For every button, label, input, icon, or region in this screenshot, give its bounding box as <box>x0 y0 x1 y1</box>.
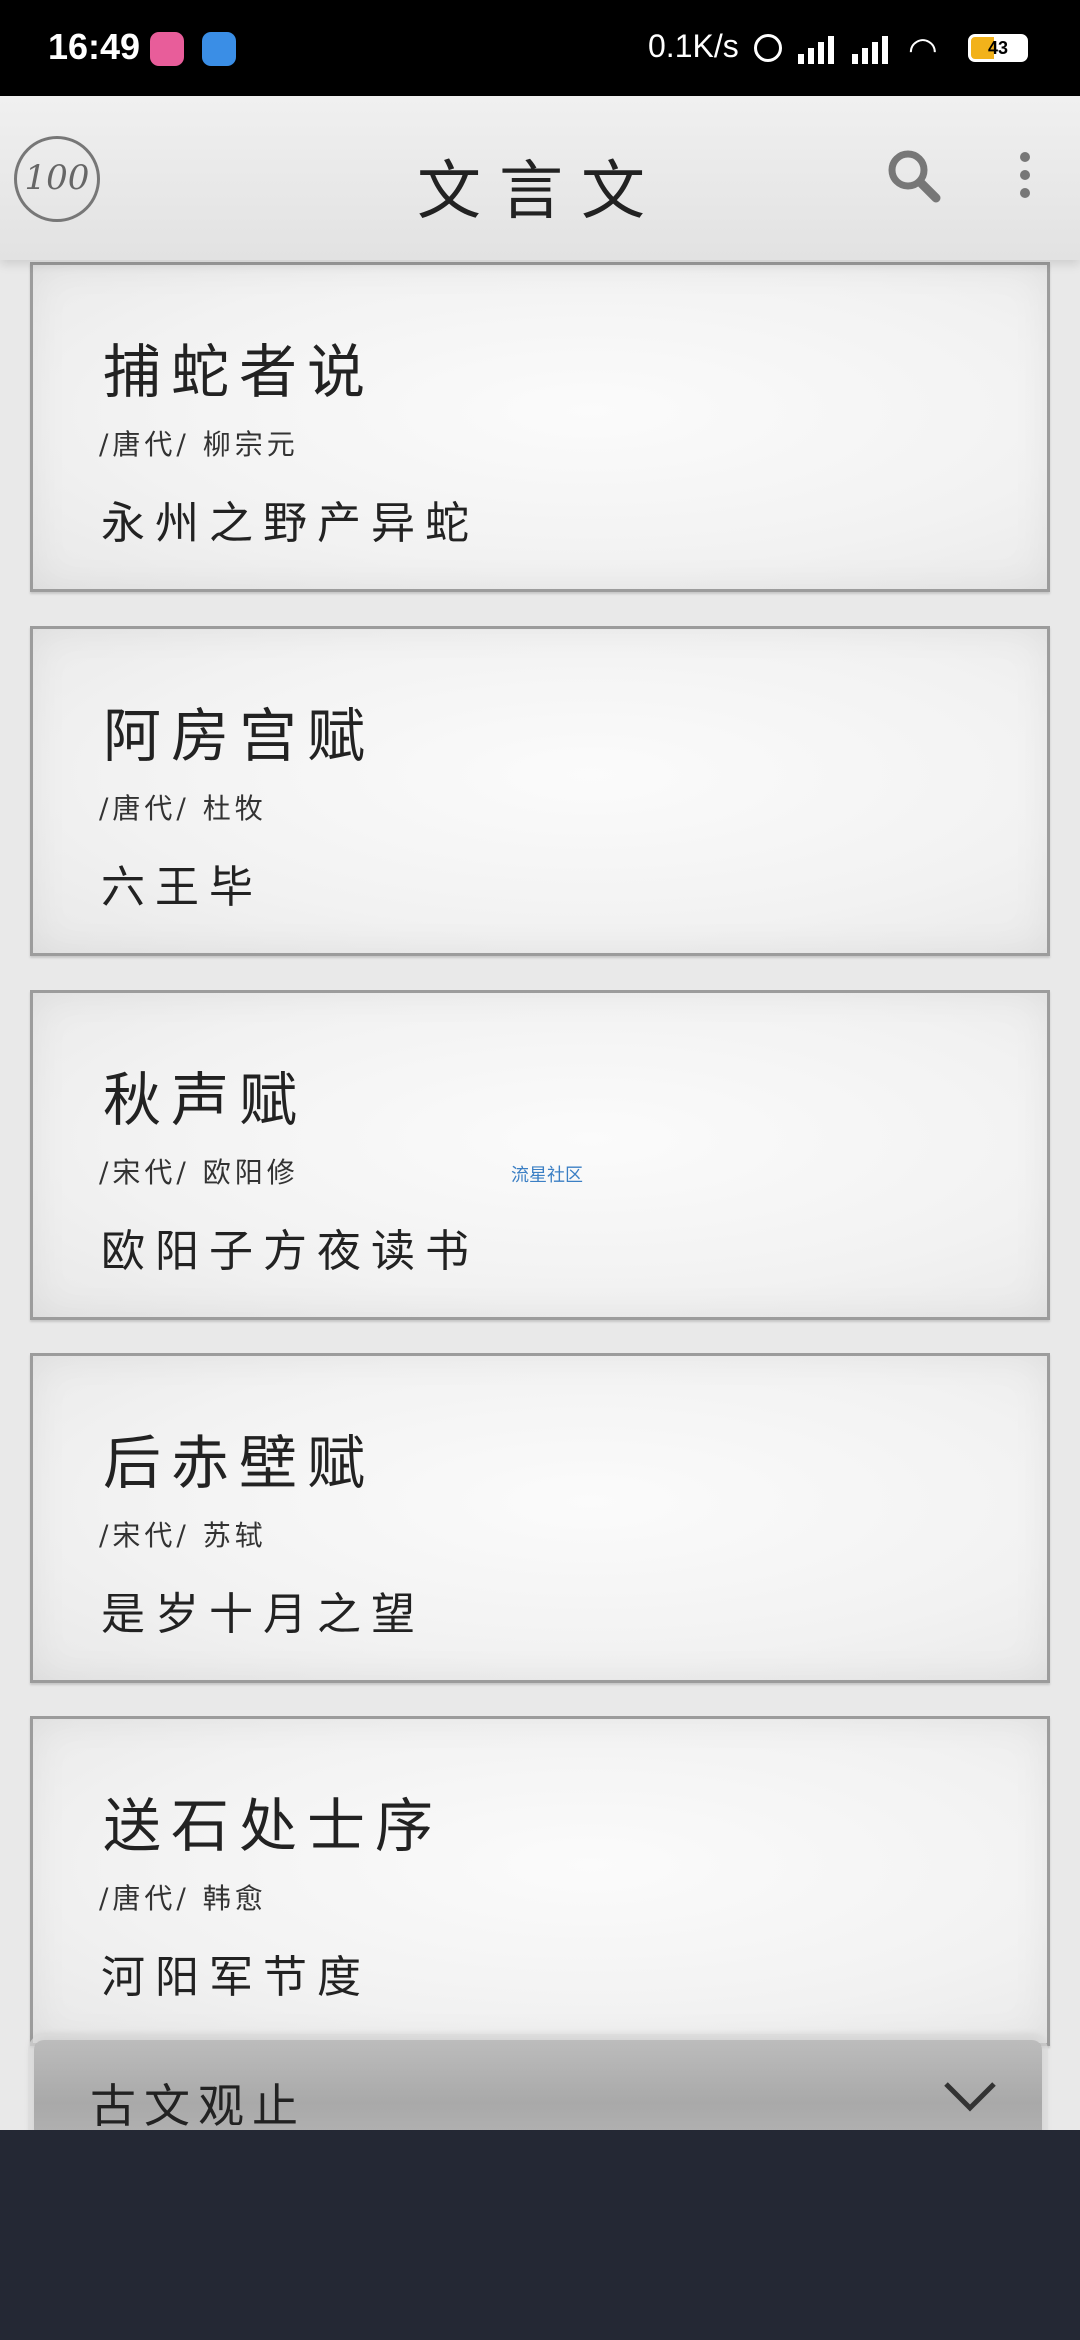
system-navigation-bar <box>0 2130 1080 2340</box>
article-list[interactable]: 捕蛇者说 /唐代/ 柳宗元 永州之野产异蛇 阿房宫赋 /唐代/ 杜牧 六王毕 秋… <box>0 260 1080 2130</box>
article-card[interactable]: 秋声赋 /宋代/ 欧阳修 流星社区 欧阳子方夜读书 <box>30 990 1050 1320</box>
article-title: 秋声赋 <box>103 1066 308 1134</box>
article-card[interactable]: 后赤壁赋 /宋代/ 苏轼 是岁十月之望 <box>30 1353 1050 1683</box>
article-dynasty-author: /唐代/ 杜牧 <box>99 792 267 825</box>
signal-icon <box>798 34 840 64</box>
article-title: 送石处士序 <box>103 1792 444 1860</box>
article-dynasty-author: /宋代/ 欧阳修 <box>99 1156 299 1189</box>
watermark-text: 流星社区 <box>511 1165 583 1185</box>
article-first-line: 是岁十月之望 <box>101 1589 425 1640</box>
more-options-icon[interactable] <box>1010 146 1040 206</box>
chevron-down-icon[interactable] <box>942 2076 998 2116</box>
app-bar: 100 文言文 <box>0 96 1080 260</box>
article-card[interactable]: 捕蛇者说 /唐代/ 柳宗元 永州之野产异蛇 <box>30 262 1050 592</box>
signal-hd-icon <box>852 34 894 64</box>
notification-app-icon <box>150 32 184 66</box>
status-bar: 16:49 0.1K/s ◠ 43 <box>0 0 1080 96</box>
article-card[interactable]: 送石处士序 /唐代/ 韩愈 河阳军节度 <box>30 1716 1050 2046</box>
category-label: 古文观止 <box>90 2079 306 2133</box>
article-card[interactable]: 阿房宫赋 /唐代/ 杜牧 六王毕 <box>30 626 1050 956</box>
article-title: 阿房宫赋 <box>103 702 376 770</box>
wifi-icon: ◠ <box>908 31 938 69</box>
article-first-line: 永州之野产异蛇 <box>101 498 479 549</box>
article-first-line: 欧阳子方夜读书 <box>101 1226 479 1277</box>
article-dynasty-author: /宋代/ 苏轼 <box>99 1519 267 1552</box>
battery-icon: 43 <box>968 34 1028 62</box>
notification-app-icon-2 <box>202 32 236 66</box>
article-first-line: 河阳军节度 <box>101 1952 371 2003</box>
alarm-icon <box>754 34 782 62</box>
status-time: 16:49 <box>48 26 141 67</box>
article-title: 捕蛇者说 <box>103 338 376 406</box>
network-speed: 0.1K/s <box>648 28 739 64</box>
article-dynasty-author: /唐代/ 柳宗元 <box>99 428 299 461</box>
article-title: 后赤壁赋 <box>103 1429 376 1497</box>
search-icon[interactable] <box>884 146 944 206</box>
article-first-line: 六王毕 <box>101 862 263 913</box>
article-dynasty-author: /唐代/ 韩愈 <box>99 1882 267 1915</box>
